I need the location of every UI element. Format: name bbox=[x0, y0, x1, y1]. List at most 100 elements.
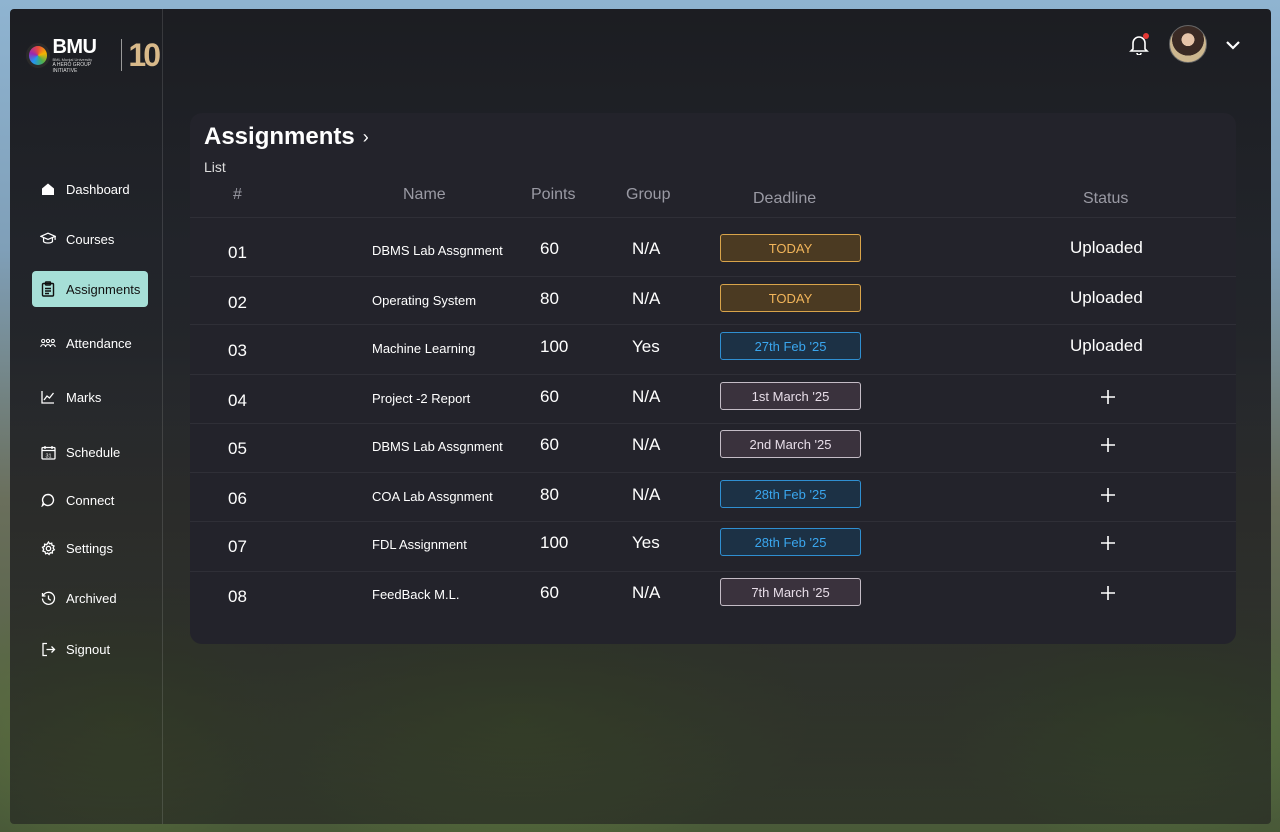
notification-dot bbox=[1143, 33, 1149, 39]
column-header-status[interactable]: Status bbox=[1083, 190, 1128, 208]
sidebar-item-label: Attendance bbox=[66, 335, 132, 351]
sidebar-item-label: Schedule bbox=[66, 444, 121, 460]
sidebar-item-label: Dashboard bbox=[66, 181, 130, 197]
graduation-cap-icon bbox=[40, 231, 56, 247]
assignment-group: N/A bbox=[632, 485, 661, 504]
gear-icon bbox=[40, 540, 56, 556]
row-number: 08 bbox=[228, 587, 247, 606]
sidebar-item-settings[interactable]: Settings bbox=[32, 530, 148, 566]
row-divider bbox=[190, 374, 1236, 375]
assignment-name: FeedBack M.L. bbox=[372, 587, 460, 602]
calendar-icon: 31 bbox=[40, 444, 56, 460]
column-header-group[interactable]: Group bbox=[626, 186, 670, 204]
clipboard-icon bbox=[40, 281, 56, 297]
deadline-badge: 27th Feb '25 bbox=[720, 332, 861, 360]
people-icon bbox=[40, 335, 56, 351]
row-divider bbox=[190, 276, 1236, 277]
assignment-points: 60 bbox=[540, 583, 559, 602]
sidebar: BMU BML Munjal University A HERO GROUP I… bbox=[10, 9, 163, 824]
sidebar-item-assignments[interactable]: Assignments bbox=[32, 271, 148, 307]
sidebar-item-label: Signout bbox=[66, 641, 111, 657]
deadline-badge: 28th Feb '25 bbox=[720, 528, 861, 556]
sidebar-item-schedule[interactable]: 31 Schedule bbox=[32, 434, 148, 470]
row-divider bbox=[190, 217, 1236, 218]
upload-plus-icon[interactable] bbox=[1100, 389, 1116, 405]
assignment-points: 80 bbox=[540, 485, 559, 504]
logo-brand: BMU bbox=[52, 35, 97, 58]
upload-plus-icon[interactable] bbox=[1100, 585, 1116, 601]
row-number: 07 bbox=[228, 537, 247, 556]
assignment-group: N/A bbox=[632, 583, 661, 602]
chat-bubble-icon bbox=[40, 492, 56, 508]
row-divider bbox=[190, 423, 1236, 424]
sidebar-item-label: Assignments bbox=[66, 281, 141, 297]
assignment-group: N/A bbox=[632, 435, 661, 454]
sidebar-item-label: Settings bbox=[66, 540, 113, 556]
assignment-name: Machine Learning bbox=[372, 341, 476, 356]
page-title: Assignments › bbox=[204, 123, 369, 151]
notification-button[interactable] bbox=[1128, 33, 1150, 56]
account-menu-button[interactable] bbox=[1224, 36, 1242, 54]
column-header-points[interactable]: Points bbox=[531, 186, 575, 204]
sidebar-item-dashboard[interactable]: Dashboard bbox=[32, 171, 148, 207]
breadcrumb-chevron-icon[interactable]: › bbox=[363, 127, 369, 148]
row-number: 05 bbox=[228, 439, 247, 458]
sidebar-item-connect[interactable]: Connect bbox=[32, 482, 148, 518]
row-divider bbox=[190, 472, 1236, 473]
assignment-name: DBMS Lab Assgnment bbox=[372, 243, 503, 258]
breadcrumb-sub: List bbox=[204, 159, 226, 175]
sidebar-item-signout[interactable]: Signout bbox=[32, 631, 148, 667]
history-icon bbox=[40, 590, 56, 606]
upload-plus-icon[interactable] bbox=[1100, 437, 1116, 453]
deadline-badge: 1st March '25 bbox=[720, 382, 861, 410]
assignment-name: COA Lab Assgnment bbox=[372, 489, 493, 504]
row-number: 06 bbox=[228, 489, 247, 508]
column-header-deadline[interactable]: Deadline bbox=[753, 190, 816, 208]
sidebar-item-label: Courses bbox=[66, 231, 115, 247]
assignment-group: N/A bbox=[632, 289, 661, 308]
chevron-down-icon bbox=[1226, 41, 1240, 50]
assignment-points: 100 bbox=[540, 337, 569, 356]
sidebar-item-marks[interactable]: Marks bbox=[32, 379, 148, 415]
sidebar-item-archived[interactable]: Archived bbox=[32, 580, 148, 616]
signout-icon bbox=[40, 641, 56, 657]
assignment-group: Yes bbox=[632, 337, 660, 356]
logo-emblem-icon bbox=[26, 42, 51, 68]
row-divider bbox=[190, 324, 1236, 325]
sidebar-item-label: Marks bbox=[66, 389, 102, 405]
assignment-name: DBMS Lab Assgnment bbox=[372, 439, 503, 454]
deadline-badge: 2nd March '25 bbox=[720, 430, 861, 458]
bmu-logo[interactable]: BMU BML Munjal University A HERO GROUP I… bbox=[26, 35, 161, 75]
logo-tagline: A HERO GROUP INITIATIVE bbox=[52, 61, 91, 74]
assignment-points: 80 bbox=[540, 289, 559, 308]
assignment-group: N/A bbox=[632, 239, 661, 258]
upload-plus-icon[interactable] bbox=[1100, 487, 1116, 503]
status-text: Uploaded bbox=[1070, 238, 1143, 257]
sidebar-item-courses[interactable]: Courses bbox=[32, 221, 148, 257]
deadline-badge: TODAY bbox=[720, 284, 861, 312]
logo-anniversary: 10 bbox=[128, 36, 161, 73]
assignments-panel: Assignments › List # Name Points Group D… bbox=[190, 113, 1236, 644]
svg-text:31: 31 bbox=[45, 453, 51, 459]
sidebar-item-label: Archived bbox=[66, 590, 117, 606]
sidebar-item-label: Connect bbox=[66, 492, 115, 508]
assignment-points: 60 bbox=[540, 387, 559, 406]
home-icon bbox=[40, 181, 56, 197]
row-divider bbox=[190, 521, 1236, 522]
row-number: 01 bbox=[228, 243, 247, 262]
upload-plus-icon[interactable] bbox=[1100, 535, 1116, 551]
assignment-points: 100 bbox=[540, 533, 569, 552]
avatar[interactable] bbox=[1169, 25, 1207, 63]
status-text: Uploaded bbox=[1070, 288, 1143, 307]
assignment-points: 60 bbox=[540, 435, 559, 454]
deadline-badge: 7th March '25 bbox=[720, 578, 861, 606]
row-number: 03 bbox=[228, 341, 247, 360]
sidebar-item-attendance[interactable]: Attendance bbox=[32, 325, 148, 361]
assignment-points: 60 bbox=[540, 239, 559, 258]
column-header-name[interactable]: Name bbox=[403, 186, 446, 204]
row-number: 02 bbox=[228, 293, 247, 312]
chart-line-icon bbox=[40, 389, 56, 405]
row-divider bbox=[190, 571, 1236, 572]
logo-divider bbox=[121, 39, 123, 71]
status-text: Uploaded bbox=[1070, 336, 1143, 355]
